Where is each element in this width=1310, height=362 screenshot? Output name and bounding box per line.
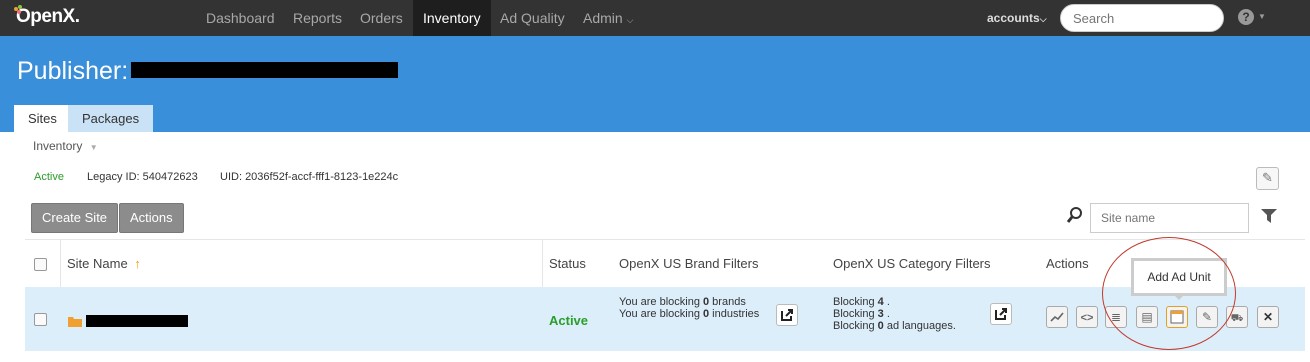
breadcrumb[interactable]: Inventory ▼ [33, 139, 98, 153]
accounts-label: accounts [987, 11, 1040, 25]
nav-admin-label: Admin [583, 10, 623, 26]
delete-site-button[interactable]: ✕ [1257, 306, 1279, 328]
top-nav: OpenX. Dashboard Reports Orders Inventor… [0, 0, 1310, 36]
add-ad-unit-tooltip: Add Ad Unit [1131, 258, 1227, 296]
edit-category-filters-button[interactable] [990, 303, 1012, 325]
cat-line-1-suffix: . [883, 296, 890, 308]
uid-value: 2036f52f-accf-fff1-8123-1e224c [245, 171, 399, 183]
brand-line-2: You are blocking 0 industries [619, 308, 759, 320]
nav-admin[interactable]: Admin ⌵ [573, 0, 643, 36]
brand-filter-summary: You are blocking 0 brands You are blocki… [619, 296, 759, 320]
category-filter-summary: Blocking 4 . Blocking 3 . Blocking 0 ad … [833, 296, 956, 332]
legacy-id-label: Legacy ID: [87, 171, 140, 183]
brand-line-2-suffix: industries [709, 308, 760, 320]
col-brand-filters[interactable]: OpenX US Brand Filters [619, 240, 758, 288]
edit-publisher-button[interactable]: ✎ [1256, 167, 1279, 190]
ad-unit-add-icon [1170, 310, 1184, 324]
uid-label: UID: [220, 171, 242, 183]
col-site-name[interactable]: Site Name ↑ [67, 240, 141, 288]
trend-chart-icon [1050, 312, 1064, 322]
chevron-down-icon: ⌵ [626, 15, 634, 25]
col-site-name-label: Site Name [67, 256, 128, 271]
actions-button[interactable]: Actions [119, 203, 184, 233]
sort-asc-icon: ↑ [134, 256, 141, 271]
nav-reports[interactable]: Reports [283, 0, 352, 36]
cat-line-3-suffix: ad languages. [883, 320, 956, 332]
column-divider [60, 240, 61, 288]
add-ad-unit-group-button[interactable]: ▤ [1136, 306, 1158, 328]
status-text: Active [34, 171, 64, 183]
cat-line-2-prefix: Blocking [833, 308, 878, 320]
caret-down-icon[interactable]: ▼ [1258, 12, 1266, 21]
edit-site-button[interactable]: ✎ [1196, 306, 1218, 328]
redacted-site-name[interactable] [86, 315, 188, 327]
caret-down-icon: ▼ [89, 143, 98, 152]
tooltip-arrow [1173, 294, 1185, 300]
nav-ad-quality[interactable]: Ad Quality [490, 0, 575, 36]
redacted-publisher-name [131, 62, 398, 78]
cat-line-3-prefix: Blocking [833, 320, 878, 332]
table-add-icon: ▤ [1141, 310, 1153, 324]
brand-line-1: You are blocking 0 brands [619, 296, 759, 308]
cat-line-2-suffix: . [883, 308, 890, 320]
legacy-id: Legacy ID: 540472623 [87, 171, 198, 183]
site-name-filter-input[interactable] [1090, 203, 1249, 233]
accounts-menu[interactable]: accounts⌵ [987, 11, 1047, 25]
code-icon: <> [1080, 312, 1094, 324]
cat-line-3: Blocking 0 ad languages. [833, 320, 956, 332]
brand-line-1-prefix: You are blocking [619, 296, 703, 308]
logo-text: OpenX. [16, 6, 80, 27]
openx-logo[interactable]: OpenX. [14, 5, 80, 28]
nav-inventory[interactable]: Inventory [413, 0, 491, 36]
brand-line-1-suffix: brands [709, 296, 746, 308]
uid: UID: 2036f52f-accf-fff1-8123-1e224c [220, 171, 398, 183]
page-title-prefix: Publisher: [17, 57, 129, 85]
column-divider [542, 240, 543, 288]
logo-mark-icon [14, 5, 24, 15]
search-icon[interactable] [1066, 206, 1084, 224]
view-stats-button[interactable] [1046, 306, 1068, 328]
brand-line-2-prefix: You are blocking [619, 308, 703, 320]
global-search-input[interactable] [1060, 4, 1224, 32]
truck-icon: ⛟ [1230, 313, 1244, 324]
site-settings-button[interactable]: ⛟ [1226, 306, 1248, 328]
help-icon[interactable]: ? [1238, 9, 1254, 25]
nav-dashboard[interactable]: Dashboard [196, 0, 285, 36]
col-category-filters[interactable]: OpenX US Category Filters [833, 240, 991, 288]
create-site-button[interactable]: Create Site [31, 203, 119, 233]
pencil-icon: ✎ [1262, 170, 1273, 185]
legacy-id-value: 540472623 [142, 171, 198, 183]
get-code-button[interactable]: <> [1076, 306, 1098, 328]
close-icon: ✕ [1262, 310, 1274, 324]
external-link-icon [781, 309, 793, 321]
col-status[interactable]: Status [549, 240, 586, 288]
list-icon: ≣ [1110, 310, 1122, 324]
edit-brand-filters-button[interactable] [776, 304, 798, 326]
select-all-checkbox[interactable] [34, 258, 47, 271]
col-actions: Actions [1046, 256, 1089, 271]
pencil-icon: ✎ [1201, 310, 1213, 324]
add-ad-unit-button[interactable] [1166, 306, 1188, 328]
table-row[interactable]: Active You are blocking 0 brands You are… [25, 287, 1305, 351]
status-badge: Active [34, 171, 64, 183]
cat-line-2: Blocking 3 . [833, 308, 956, 320]
table-header: Site Name ↑ Status OpenX US Brand Filter… [25, 239, 1305, 288]
list-ad-units-button[interactable]: ≣ [1105, 306, 1127, 328]
row-checkbox[interactable] [34, 313, 47, 326]
page-title: Publisher: [17, 57, 128, 86]
chevron-down-icon: ⌵ [1039, 14, 1047, 24]
row-status: Active [549, 313, 589, 328]
breadcrumb-label: Inventory [33, 139, 83, 153]
tab-sites[interactable]: Sites [14, 105, 71, 132]
folder-icon [68, 317, 82, 327]
nav-orders[interactable]: Orders [350, 0, 413, 36]
cat-line-1-prefix: Blocking [833, 296, 878, 308]
external-link-icon [995, 308, 1007, 320]
filter-icon[interactable] [1261, 209, 1277, 223]
tab-packages[interactable]: Packages [68, 105, 154, 132]
cat-line-1: Blocking 4 . [833, 296, 956, 308]
publisher-header: Publisher: Sites Packages [0, 36, 1310, 132]
